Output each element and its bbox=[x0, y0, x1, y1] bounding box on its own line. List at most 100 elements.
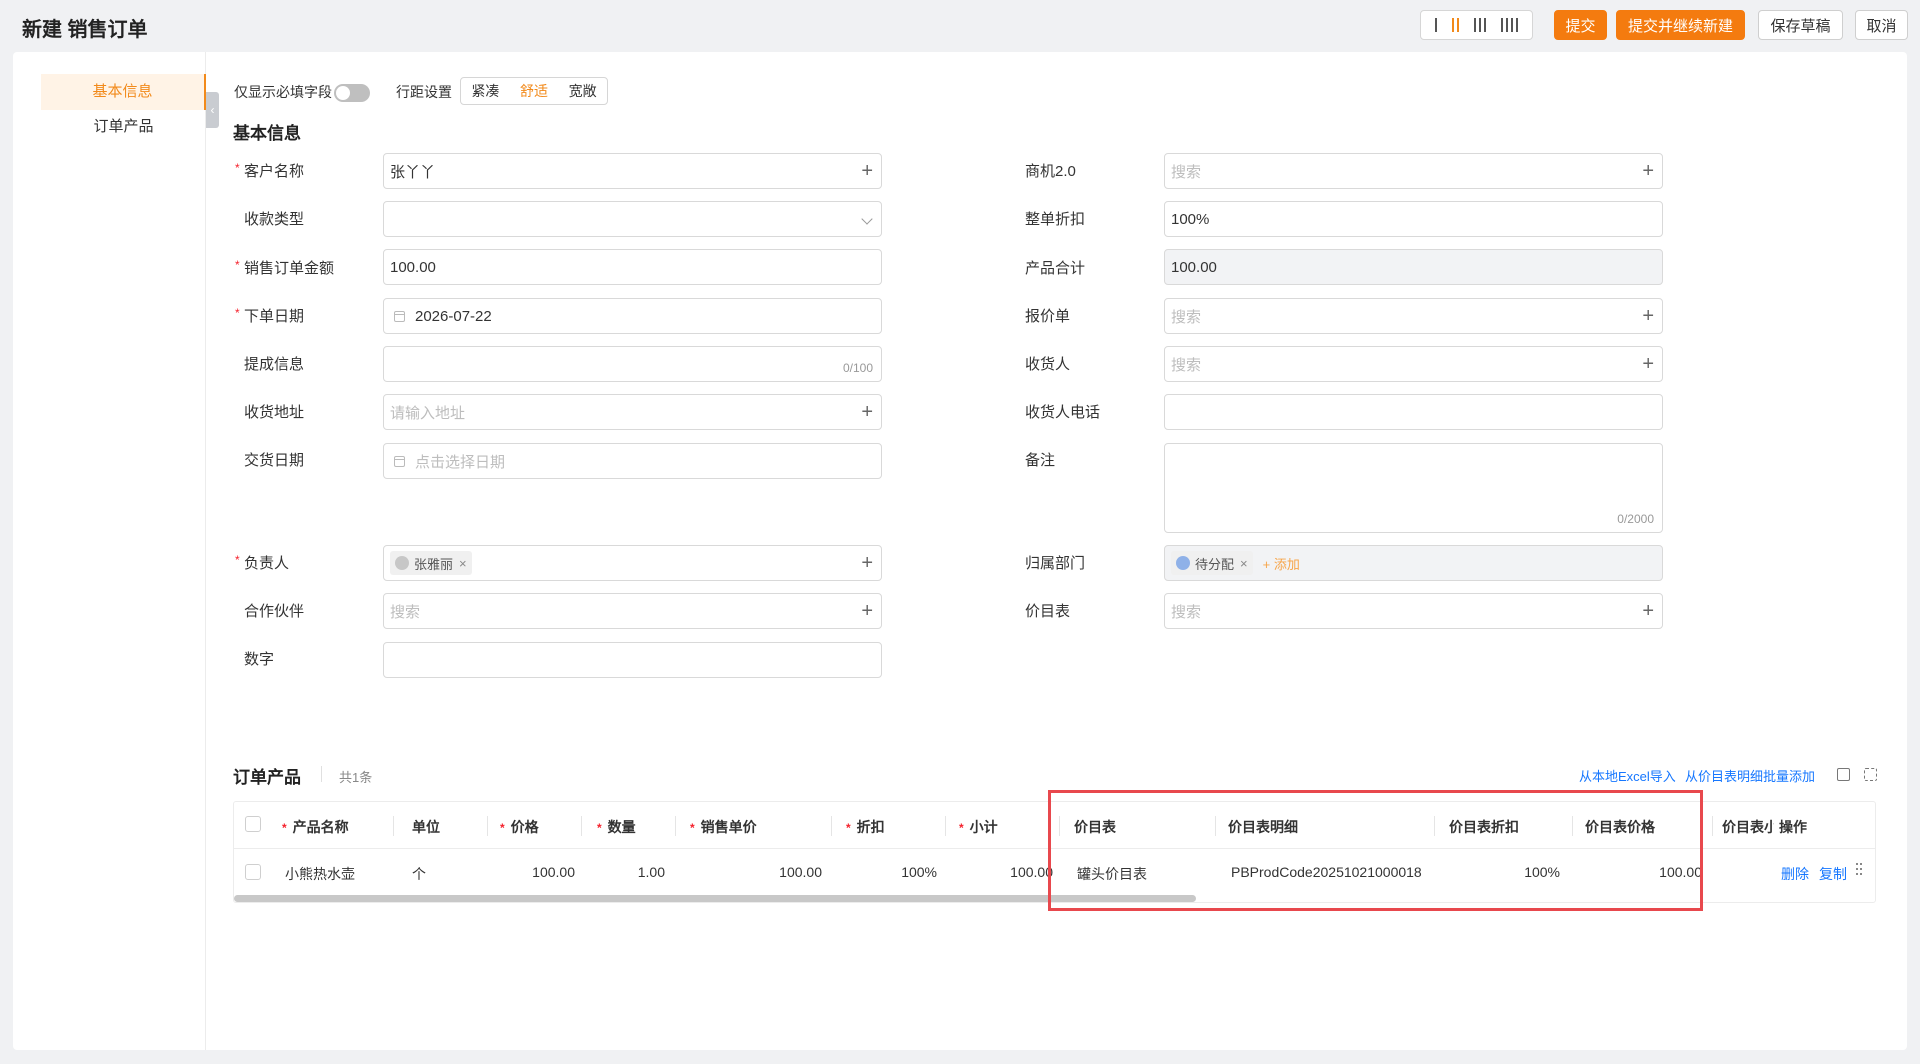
ship-address-field[interactable]: 请输入地址 + bbox=[383, 394, 882, 430]
cell-product-name: 小熊热水壶 bbox=[285, 866, 355, 882]
plus-icon[interactable]: + bbox=[1642, 160, 1654, 182]
col-price-book-discount: 价目表折扣 bbox=[1449, 819, 1519, 835]
payment-type-label: 收款类型 bbox=[244, 211, 305, 228]
column-settings-icon[interactable] bbox=[1837, 768, 1850, 781]
select-all-checkbox[interactable] bbox=[245, 816, 261, 832]
delete-row-button[interactable]: 删除 bbox=[1781, 864, 1809, 884]
density-spacious[interactable]: 宽敞 bbox=[569, 81, 597, 101]
customer-field[interactable]: 张丫丫 + bbox=[383, 153, 882, 189]
submit-and-new-button[interactable]: 提交并继续新建 bbox=[1616, 10, 1745, 40]
number-label: 数字 bbox=[244, 651, 275, 668]
owner-tag: 张雅丽 × bbox=[390, 551, 472, 575]
cell-unit: 个 bbox=[412, 866, 426, 882]
ship-address-label: 收货地址 bbox=[244, 404, 305, 421]
receiver-field[interactable]: 搜索 + bbox=[1164, 346, 1663, 382]
column-layout-switch[interactable] bbox=[1420, 10, 1533, 40]
col-product-name: * 产品名称 bbox=[282, 819, 349, 835]
delivery-date-field[interactable]: 点击选择日期 bbox=[383, 443, 882, 479]
col-unit-price: * 销售单价 bbox=[690, 819, 757, 835]
layout-2-column-icon[interactable] bbox=[1451, 18, 1459, 32]
char-counter: 0/2000 bbox=[1617, 512, 1654, 526]
cell-price: 100.00 bbox=[532, 864, 575, 880]
cancel-button[interactable]: 取消 bbox=[1855, 10, 1908, 40]
collapse-nav-button[interactable]: ‹ bbox=[206, 92, 219, 128]
required-only-toggle[interactable] bbox=[334, 84, 370, 102]
partner-field[interactable]: 搜索 + bbox=[383, 593, 882, 629]
add-department-link[interactable]: + 添加 bbox=[1263, 554, 1300, 573]
remark-label: 备注 bbox=[1025, 452, 1056, 469]
remark-textarea[interactable]: 0/2000 bbox=[1164, 443, 1663, 533]
density-compact[interactable]: 紧凑 bbox=[471, 81, 499, 101]
cell-unit-price: 100.00 bbox=[779, 864, 822, 880]
order-date-label: * 下单日期 bbox=[235, 306, 305, 325]
cell-quantity: 1.00 bbox=[637, 864, 665, 880]
close-icon[interactable]: × bbox=[1240, 556, 1248, 571]
drag-handle-icon[interactable] bbox=[1856, 863, 1864, 879]
amount-field[interactable]: 100.00 bbox=[383, 249, 882, 285]
partner-label: 合作伙伴 bbox=[244, 603, 305, 620]
owner-field[interactable]: 张雅丽 × + bbox=[383, 545, 882, 581]
plus-icon[interactable]: + bbox=[1642, 600, 1654, 622]
calendar-icon bbox=[394, 310, 405, 322]
layout-3-column-icon[interactable] bbox=[1474, 18, 1487, 32]
discount-field[interactable]: 100% bbox=[1164, 201, 1663, 237]
row-spacing-selector: 紧凑 舒适 宽敞 bbox=[460, 77, 608, 105]
plus-icon[interactable]: + bbox=[1642, 305, 1654, 327]
col-price: * 价格 bbox=[500, 819, 539, 835]
plus-icon[interactable]: + bbox=[861, 401, 873, 423]
table-header: * 产品名称 单位 * 价格 * 数量 * 销售单价 * 折扣 * 小计 价目表 价目表明细… bbox=[234, 802, 1875, 849]
page-title: 新建 销售订单 bbox=[22, 19, 148, 41]
receiver-phone-field[interactable] bbox=[1164, 394, 1663, 430]
import-excel-link[interactable]: 从本地Excel导入 bbox=[1579, 766, 1676, 785]
cell-price-book-discount: 100% bbox=[1524, 864, 1560, 880]
price-book-field[interactable]: 搜索 + bbox=[1164, 593, 1663, 629]
opportunity-field[interactable]: 搜索 + bbox=[1164, 153, 1663, 189]
batch-add-link[interactable]: 从价目表明细批量添加 bbox=[1685, 766, 1815, 785]
plus-icon[interactable]: + bbox=[861, 160, 873, 182]
nav-item-basic-info[interactable]: 基本信息 bbox=[41, 74, 206, 110]
layout-4-column-icon[interactable] bbox=[1501, 18, 1519, 32]
save-draft-button[interactable]: 保存草稿 bbox=[1758, 10, 1843, 40]
commission-field[interactable]: 0/100 bbox=[383, 346, 882, 382]
discount-label: 整单折扣 bbox=[1025, 211, 1086, 228]
avatar-icon bbox=[395, 556, 409, 570]
plus-icon[interactable]: + bbox=[1642, 353, 1654, 375]
order-date-field[interactable]: 2026-07-22 bbox=[383, 298, 882, 334]
horizontal-scrollbar[interactable] bbox=[234, 895, 1196, 902]
col-quantity: * 数量 bbox=[597, 819, 636, 835]
quote-field[interactable]: 搜索 + bbox=[1164, 298, 1663, 334]
number-field[interactable] bbox=[383, 642, 882, 678]
col-price-book-subtotal: 价目表小 bbox=[1722, 819, 1774, 835]
required-only-label: 仅显示必填字段 bbox=[234, 84, 332, 100]
department-field[interactable]: 待分配 × + 添加 bbox=[1164, 545, 1663, 581]
submit-button[interactable]: 提交 bbox=[1554, 10, 1607, 40]
plus-icon[interactable]: + bbox=[861, 600, 873, 622]
page-header: 新建 销售订单 提交 提交并继续新建 保存草稿 取消 bbox=[0, 0, 1920, 52]
col-subtotal: * 小计 bbox=[959, 819, 998, 835]
col-price-book-price: 价目表价格 bbox=[1585, 819, 1655, 835]
col-discount: * 折扣 bbox=[846, 819, 885, 835]
cell-price-book-detail: PBProdCode20251021000018 bbox=[1231, 864, 1422, 880]
payment-type-select[interactable] bbox=[383, 201, 882, 237]
receiver-label: 收货人 bbox=[1025, 356, 1071, 373]
cell-discount: 100% bbox=[901, 864, 937, 880]
cell-price-book: 罐头价目表 bbox=[1077, 866, 1147, 882]
row-checkbox[interactable] bbox=[245, 864, 261, 880]
col-price-book-detail: 价目表明细 bbox=[1228, 819, 1298, 835]
form-card: 基本信息 订单产品 ‹ 仅显示必填字段 行距设置 紧凑 舒适 宽敞 基本信息 *… bbox=[13, 52, 1907, 1050]
side-nav: 基本信息 订单产品 bbox=[13, 52, 206, 1050]
col-unit: 单位 bbox=[412, 819, 440, 835]
density-comfortable[interactable]: 舒适 bbox=[520, 81, 548, 101]
plus-icon[interactable]: + bbox=[861, 552, 873, 574]
fullscreen-icon[interactable] bbox=[1864, 768, 1877, 781]
row-spacing-label: 行距设置 bbox=[396, 84, 452, 100]
amount-label: * 销售订单金额 bbox=[235, 258, 335, 277]
chevron-left-icon: ‹ bbox=[210, 103, 215, 117]
nav-item-order-products[interactable]: 订单产品 bbox=[41, 109, 206, 145]
calendar-icon bbox=[394, 455, 405, 467]
close-icon[interactable]: × bbox=[459, 556, 467, 571]
price-book-label: 价目表 bbox=[1025, 603, 1071, 620]
copy-row-button[interactable]: 复制 bbox=[1819, 864, 1847, 884]
layout-1-column-icon[interactable] bbox=[1434, 18, 1437, 32]
col-price-book: 价目表 bbox=[1074, 819, 1116, 835]
